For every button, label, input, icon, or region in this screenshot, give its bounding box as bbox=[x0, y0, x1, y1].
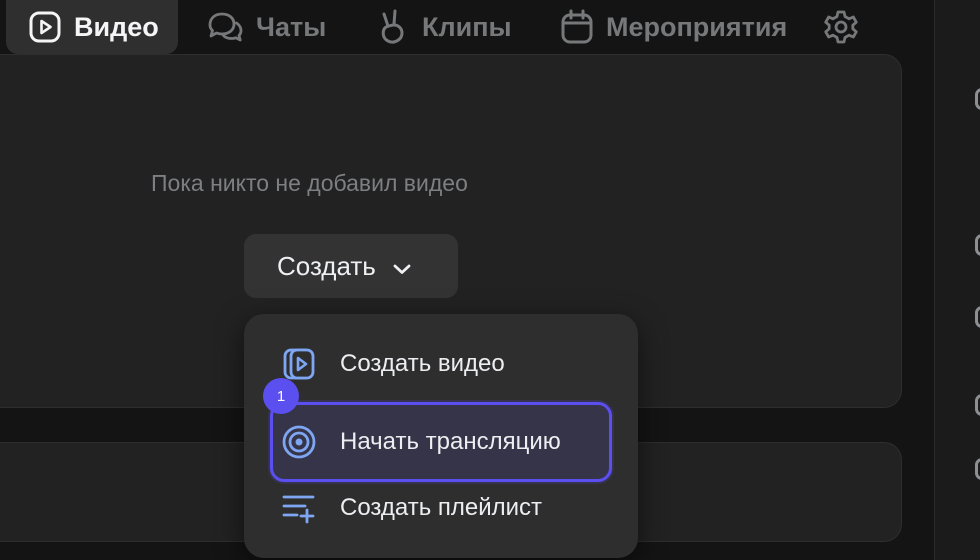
tab-video[interactable]: Видео bbox=[6, 0, 178, 54]
tab-chats-label: Чаты bbox=[256, 11, 327, 42]
tab-events[interactable]: Мероприятия bbox=[560, 0, 787, 54]
settings-button[interactable] bbox=[822, 0, 860, 54]
menu-item-start-stream[interactable]: Начать трансляцию bbox=[270, 402, 612, 482]
sidebar-icon[interactable] bbox=[975, 458, 980, 480]
create-button[interactable]: Создать bbox=[244, 234, 458, 298]
gear-icon bbox=[822, 8, 860, 46]
calendar-icon bbox=[560, 9, 594, 45]
sidebar-icon[interactable] bbox=[975, 394, 980, 416]
menu-item-create-playlist[interactable]: Создать плейлист bbox=[270, 472, 612, 544]
tab-events-label: Мероприятия bbox=[606, 11, 788, 42]
section-tabs: Видео Чаты Клипы Мероприятия bbox=[0, 0, 930, 54]
playlist-add-icon bbox=[276, 485, 322, 531]
sidebar-icon[interactable] bbox=[975, 306, 980, 328]
sidebar-icon[interactable] bbox=[975, 234, 980, 256]
sidebar-icon[interactable] bbox=[975, 88, 980, 110]
step-badge: 1 bbox=[263, 378, 299, 414]
create-dropdown-menu: Создать видео Начать трансляцию Создать … bbox=[244, 314, 638, 558]
tab-clips[interactable]: Клипы bbox=[376, 0, 512, 54]
play-circle-icon bbox=[28, 10, 62, 44]
chat-bubbles-icon bbox=[206, 10, 244, 44]
empty-state-message: Пока никто не добавил видео bbox=[151, 170, 468, 196]
tab-video-label: Видео bbox=[74, 11, 159, 42]
menu-item-label: Создать видео bbox=[340, 350, 505, 377]
tab-chats[interactable]: Чаты bbox=[206, 0, 326, 54]
create-button-label: Создать bbox=[277, 250, 376, 281]
menu-item-create-video[interactable]: Создать видео bbox=[270, 328, 612, 400]
clips-icon bbox=[376, 8, 410, 46]
tab-clips-label: Клипы bbox=[422, 11, 512, 42]
broadcast-icon bbox=[276, 419, 322, 465]
chevron-down-icon bbox=[392, 252, 412, 283]
menu-item-label: Начать трансляцию bbox=[340, 428, 561, 455]
menu-item-label: Создать плейлист bbox=[340, 494, 543, 521]
right-sidebar bbox=[934, 0, 980, 560]
